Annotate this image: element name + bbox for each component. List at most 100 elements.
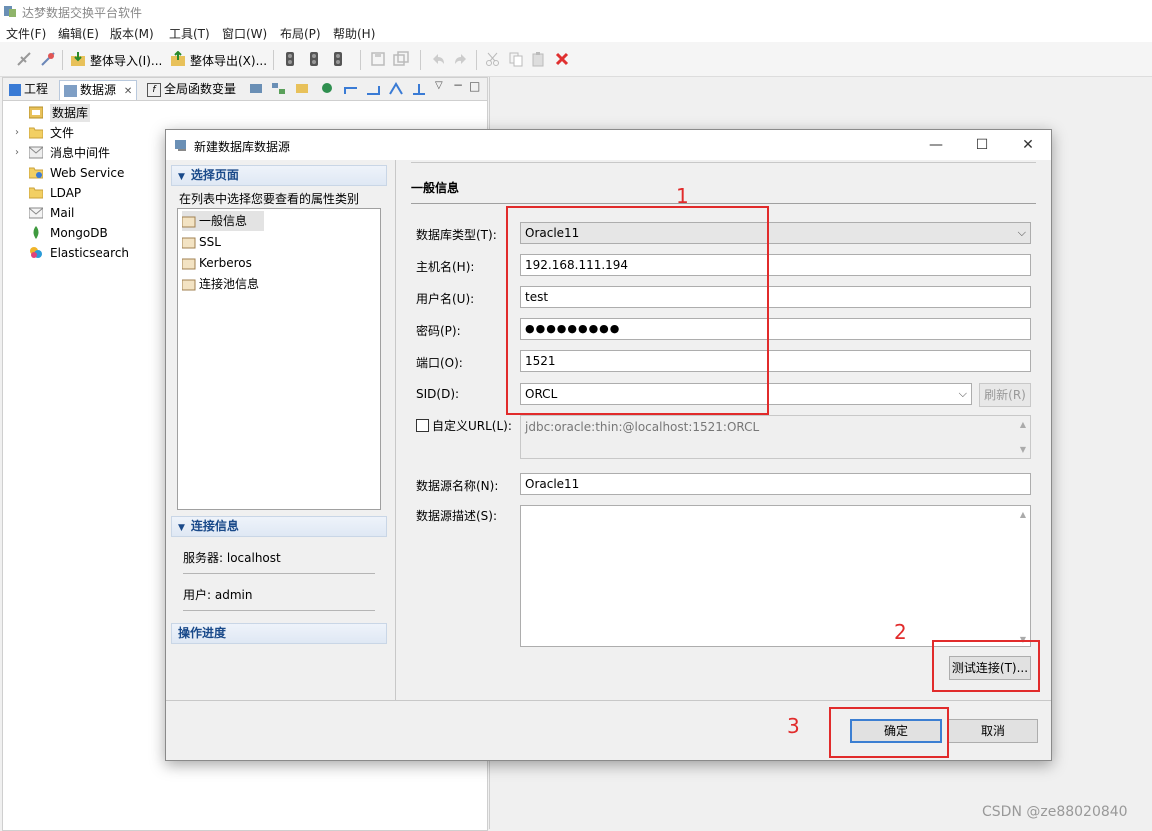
copy-icon[interactable]	[508, 51, 524, 67]
save-icon[interactable]	[370, 51, 386, 67]
toolbar-separator	[273, 50, 274, 70]
delete-icon[interactable]	[554, 51, 570, 67]
elasticsearch-icon	[30, 247, 42, 258]
ds-desc-textarea[interactable]: ▲ ▼	[520, 505, 1031, 647]
menu-tools[interactable]: 工具(T)	[169, 25, 210, 42]
cut-icon[interactable]	[485, 51, 501, 67]
menu-layout[interactable]: 布局(P)	[280, 25, 321, 42]
annotation-box-1	[506, 206, 769, 415]
page-item-general[interactable]: 一般信息	[182, 211, 264, 231]
custom-url-textarea[interactable]: jdbc:oracle:thin:@localhost:1521:ORCL ▲ …	[520, 415, 1031, 459]
disconnect-icon[interactable]	[40, 51, 56, 67]
tab-datasource[interactable]: 数据源 ✕	[59, 80, 138, 100]
footer-divider	[166, 700, 1051, 701]
properties-icon	[182, 237, 196, 248]
left-tab-strip: 工程 数据源 ✕ f 全局函数变量 ▽ − □	[3, 78, 487, 101]
tab-project[interactable]: 工程	[5, 80, 52, 99]
datasource-add-icon[interactable]	[249, 82, 265, 96]
scroll-up-icon[interactable]: ▲	[1020, 420, 1026, 429]
toolbar-separator	[360, 50, 361, 70]
menu-version[interactable]: 版本(M)	[110, 25, 154, 42]
close-icon[interactable]: ✕	[1005, 130, 1051, 160]
window-title-bar: 达梦数据交换平台软件	[0, 0, 1152, 22]
dialog-title: 新建数据库数据源	[194, 140, 291, 154]
save-all-icon[interactable]	[393, 51, 409, 67]
toolbar-separator	[476, 50, 477, 70]
redo-icon[interactable]	[453, 51, 469, 67]
annotation-number-1: 1	[676, 184, 689, 208]
sid-label: SID(D):	[416, 387, 460, 401]
traffic-light-icon[interactable]	[282, 51, 298, 67]
view-menu-chevron-icon[interactable]: ▽	[435, 80, 443, 91]
menu-window[interactable]: 窗口(W)	[222, 25, 267, 42]
folder-icon	[29, 127, 43, 139]
traffic-light-icon[interactable]	[330, 51, 346, 67]
minimize-icon[interactable]: —	[913, 130, 959, 160]
paste-icon[interactable]	[531, 51, 547, 67]
expand-chevron-icon[interactable]: ›	[15, 144, 25, 162]
annotation-box-2	[932, 640, 1040, 692]
collapse-arrow-icon: ▼	[178, 172, 185, 182]
page-item-connection-pool[interactable]: 连接池信息	[182, 274, 259, 294]
expand-chevron-icon[interactable]: ›	[15, 124, 25, 142]
database-icon	[29, 106, 43, 119]
host-label: 主机名(H):	[416, 260, 475, 274]
page-item-kerberos[interactable]: Kerberos	[182, 253, 252, 273]
divider	[183, 573, 375, 574]
datasource-tree-icon[interactable]	[271, 82, 287, 96]
web-service-icon	[29, 167, 43, 179]
maximize-panel-icon[interactable]: □	[469, 79, 480, 93]
progress-header[interactable]: 操作进度	[171, 623, 387, 644]
connect-icon[interactable]	[16, 51, 32, 67]
minimize-panel-icon[interactable]: −	[453, 78, 463, 92]
select-page-header[interactable]: ▼ 选择页面	[171, 165, 387, 186]
mail-icon	[29, 207, 43, 219]
function-icon: f	[147, 82, 161, 97]
refresh-arrow-icon[interactable]	[411, 82, 427, 96]
dialog-left-pane: ▼ 选择页面 在列表中选择您要查看的属性类别 一般信息 SSL Kerberos …	[171, 165, 387, 701]
connection-info-header[interactable]: ▼ 连接信息	[171, 516, 387, 537]
undo-icon[interactable]	[430, 51, 446, 67]
export-all-button[interactable]: 整体导出(X)...	[190, 52, 267, 69]
datasource-config-icon[interactable]	[295, 82, 311, 96]
scroll-down-icon[interactable]: ▼	[1020, 445, 1026, 454]
properties-icon	[182, 279, 196, 290]
export-arrow-icon[interactable]	[343, 82, 359, 96]
page-item-ssl[interactable]: SSL	[182, 232, 221, 252]
app-title: 达梦数据交换平台软件	[22, 6, 143, 20]
export-icon[interactable]	[170, 51, 186, 67]
custom-url-checkbox[interactable]	[416, 419, 429, 432]
menu-edit[interactable]: 编辑(E)	[58, 25, 99, 42]
properties-icon	[182, 216, 196, 227]
section-title: 一般信息	[411, 181, 460, 195]
message-icon	[29, 146, 43, 159]
page-list: 一般信息 SSL Kerberos 连接池信息	[177, 208, 381, 510]
server-info: 服务器: localhost	[183, 551, 281, 565]
sync-arrow-icon[interactable]	[388, 82, 404, 96]
toolbar-separator	[62, 50, 63, 70]
cancel-button[interactable]: 取消	[948, 719, 1038, 743]
menu-file[interactable]: 文件(F)	[6, 25, 46, 42]
close-tab-icon[interactable]: ✕	[124, 86, 132, 97]
toolbar: 整体导入(I)... 整体导出(X)...	[0, 42, 1152, 77]
divider	[411, 203, 1036, 204]
tab-global-functions[interactable]: f 全局函数变量	[143, 80, 240, 99]
maximize-icon[interactable]: ☐	[959, 130, 1005, 160]
watermark: CSDN @ze88020840	[982, 804, 1128, 820]
custom-url-label: 自定义URL(L):	[432, 419, 512, 433]
toolbar-separator	[420, 50, 421, 70]
collapse-arrow-icon: ▼	[178, 523, 185, 533]
ds-name-input[interactable]: Oracle11	[520, 473, 1031, 495]
menu-help[interactable]: 帮助(H)	[333, 25, 375, 42]
chevron-down-icon: ⌵	[1017, 226, 1026, 239]
refresh-button[interactable]: 刷新(R)	[979, 383, 1031, 407]
import-icon[interactable]	[70, 51, 86, 67]
properties-icon	[182, 258, 196, 269]
scroll-up-icon[interactable]: ▲	[1020, 510, 1026, 519]
dialog-title-bar: 新建数据库数据源 — ☐ ✕	[166, 130, 1051, 160]
traffic-light-icon[interactable]	[306, 51, 322, 67]
chevron-down-icon: ⌵	[958, 387, 967, 400]
import-all-button[interactable]: 整体导入(I)...	[90, 52, 162, 69]
globe-icon[interactable]	[319, 82, 335, 96]
import-arrow-icon[interactable]	[365, 82, 381, 96]
